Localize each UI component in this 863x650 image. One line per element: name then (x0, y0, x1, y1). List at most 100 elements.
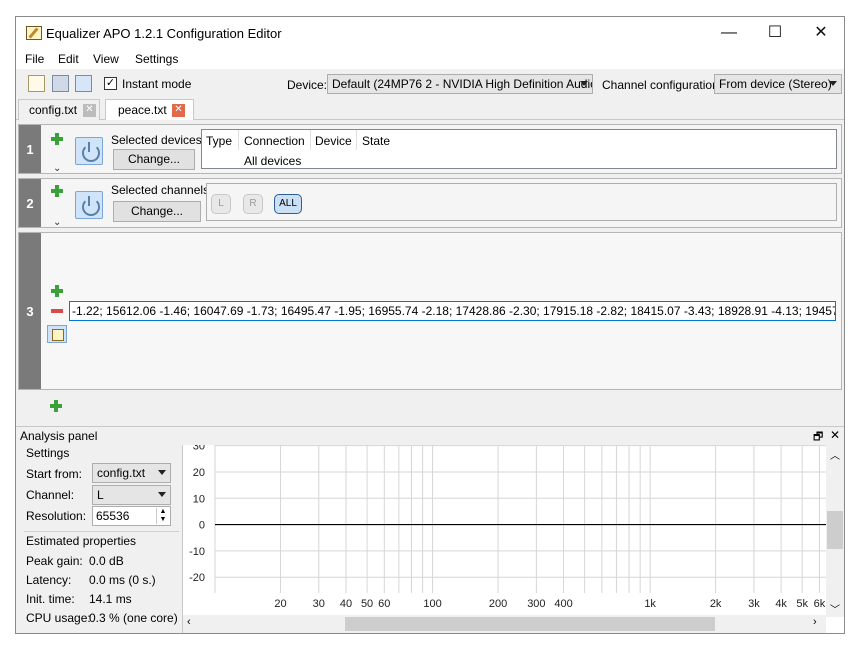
scroll-left-icon[interactable]: ‹ (187, 616, 191, 628)
filter-row-channel: 2 ⌄ Selected channels: Change... L R ALL (18, 178, 842, 228)
analysis-panel-header: Analysis panel 🗗 ✕ (16, 426, 844, 444)
change-channels-button[interactable]: Change... (113, 201, 201, 222)
save-icon[interactable] (52, 75, 69, 92)
init-time-value: 14.1 ms (89, 592, 132, 606)
y-tick-label: 10 (193, 493, 205, 505)
chevron-down-icon (158, 492, 166, 497)
resolution-spinbox[interactable]: 65536 ▲ ▼ (92, 506, 171, 526)
horizontal-scroll-thumb[interactable] (345, 617, 715, 631)
add-filter-icon[interactable] (50, 400, 62, 412)
filter-row-graphic-eq: 3 -1.22; 15612.06 -1.46; 16047.69 -1.73;… (18, 232, 842, 390)
estimated-properties-title: Estimated properties (26, 534, 137, 548)
column-header-state: State (362, 134, 391, 148)
table-row[interactable]: All devices (244, 154, 301, 168)
channel-select[interactable]: L (92, 485, 171, 505)
analysis-settings: Settings Start from: config.txt Channel:… (16, 445, 182, 633)
vertical-scrollbar[interactable]: ︿ ﹀ (826, 445, 844, 617)
tab-peace[interactable]: peace.txt ✕ (105, 99, 194, 120)
column-separator (356, 130, 357, 150)
column-header-type: Type (206, 134, 233, 148)
chevron-down-icon[interactable]: ⌄ (53, 163, 61, 174)
close-button[interactable]: ✕ (798, 17, 844, 49)
tab-config[interactable]: config.txt ✕ (18, 99, 100, 120)
remove-filter-icon[interactable] (51, 309, 63, 313)
x-tick-label: 40 (340, 598, 352, 610)
device-table: Type Connection Device State All devices (201, 129, 837, 169)
channel-value: L (97, 488, 104, 502)
x-tick-label: 20 (274, 598, 286, 610)
edit-icon[interactable] (47, 325, 67, 343)
start-from-select[interactable]: config.txt (92, 463, 171, 483)
selected-devices-label: Selected devices: (111, 133, 206, 147)
chevron-down-icon (829, 81, 837, 86)
add-filter-icon[interactable] (51, 285, 63, 297)
channel-config-value: From device (Stereo) (719, 77, 832, 91)
menu-view[interactable]: View (93, 52, 119, 66)
add-filter-icon[interactable] (51, 185, 63, 197)
instant-mode-checkbox[interactable]: ✓ (104, 77, 117, 90)
column-header-device: Device (315, 134, 352, 148)
device-select[interactable]: Default (24MP76 2 - NVIDIA High Definiti… (327, 74, 593, 94)
chevron-down-icon (158, 470, 166, 475)
scroll-down-icon[interactable]: ﹀ (830, 601, 840, 616)
close-tab-icon[interactable]: ✕ (83, 104, 96, 117)
device-select-value: Default (24MP76 2 - NVIDIA High Definiti… (332, 77, 593, 91)
channel-button-all[interactable]: ALL (274, 194, 302, 214)
selected-channels-label: Selected channels: (111, 183, 213, 197)
x-tick-label: 60 (378, 598, 390, 610)
channel-config-select[interactable]: From device (Stereo) (714, 74, 842, 94)
device-label: Device: (287, 78, 328, 92)
filter-list: 1 ⌄ Selected devices: Change... Type Con… (16, 120, 844, 420)
frequency-response-plot[interactable]: 3020100-10-2020 30 40 50 60 100 200 300 400 1k 2k 3… (183, 445, 827, 615)
close-tab-icon[interactable]: ✕ (172, 104, 185, 117)
open-icon[interactable] (75, 75, 92, 92)
vertical-scroll-thumb[interactable] (827, 511, 843, 549)
column-separator (310, 130, 311, 150)
channel-button-r[interactable]: R (243, 194, 263, 214)
minimize-button[interactable]: — (706, 17, 752, 49)
menu-bar: File Edit View Settings (16, 49, 844, 69)
new-file-icon[interactable] (28, 75, 45, 92)
spin-arrows-icon[interactable]: ▲ ▼ (156, 508, 169, 524)
x-tick-label: 30 (313, 598, 325, 610)
graphic-eq-input[interactable]: -1.22; 15612.06 -1.46; 16047.69 -1.73; 1… (69, 301, 836, 321)
menu-settings[interactable]: Settings (135, 52, 178, 66)
channel-button-l[interactable]: L (211, 194, 231, 214)
app-icon (26, 26, 42, 40)
x-tick-label: 6k (814, 598, 826, 610)
x-tick-label: 2k (710, 598, 722, 610)
y-tick-label: 30 (193, 445, 205, 453)
horizontal-scrollbar[interactable]: ‹ › (183, 615, 826, 633)
scroll-right-icon[interactable]: › (813, 616, 817, 628)
x-tick-label: 3k (748, 598, 760, 610)
x-tick-label: 4k (775, 598, 787, 610)
resolution-value: 65536 (96, 509, 130, 523)
x-tick-label: 400 (554, 598, 572, 610)
window-title: Equalizer APO 1.2.1 Configuration Editor (46, 26, 282, 41)
maximize-button[interactable]: ☐ (752, 17, 798, 49)
scroll-up-icon[interactable]: ︿ (830, 447, 840, 462)
power-toggle-button[interactable] (75, 191, 103, 219)
chevron-down-icon (580, 81, 588, 86)
cpu-usage-label: CPU usage: (26, 611, 91, 625)
tab-label: config.txt (29, 103, 78, 117)
column-header-connection: Connection (244, 134, 305, 148)
add-filter-icon[interactable] (51, 133, 63, 145)
channel-label: Channel: (26, 488, 75, 502)
settings-title: Settings (26, 446, 70, 460)
start-from-value: config.txt (97, 466, 146, 480)
close-panel-icon[interactable]: ✕ (830, 428, 840, 442)
menu-file[interactable]: File (25, 52, 44, 66)
cpu-usage-value: 0.3 % (one core) (89, 611, 178, 625)
analysis-panel-title: Analysis panel (20, 429, 98, 443)
chevron-down-icon[interactable]: ⌄ (53, 217, 61, 228)
power-toggle-button[interactable] (75, 137, 103, 165)
toolbar: ✓ Instant mode Device: Default (24MP76 2… (16, 71, 844, 97)
menu-edit[interactable]: Edit (58, 52, 79, 66)
latency-value: 0.0 ms (0 s.) (89, 573, 156, 587)
instant-mode-label: Instant mode (122, 77, 192, 91)
latency-label: Latency: (26, 573, 72, 587)
change-devices-button[interactable]: Change... (113, 149, 195, 170)
resolution-label: Resolution: (26, 509, 87, 523)
x-tick-label: 5k (796, 598, 808, 610)
